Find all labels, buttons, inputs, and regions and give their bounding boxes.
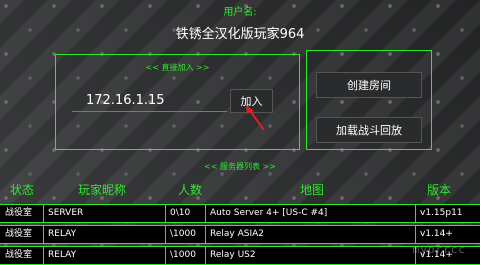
column-header-nickname: 玩家昵称 <box>78 183 127 197</box>
username-label: 用户名: <box>223 7 257 18</box>
cell-status: 战役室 <box>5 229 33 239</box>
column-header-version: 版本 <box>427 183 452 197</box>
cell-version: v1.15p11 <box>415 205 480 222</box>
cell-map: Relay ASIA2 <box>205 226 415 243</box>
column-header-map: 地图 <box>300 183 325 197</box>
red-arrow-icon <box>246 105 265 131</box>
column-header-count: 人数 <box>178 183 203 197</box>
server-list-title: << 服务器列表 >> <box>204 162 276 171</box>
cell-nickname: RELAY <box>43 247 165 264</box>
table-row[interactable]: 战役室 SERVER 0\10 Auto Server 4+ [US-C #4]… <box>0 204 480 223</box>
create-room-button[interactable]: 创建房间 <box>316 72 422 98</box>
cell-nickname: RELAY <box>43 226 165 243</box>
cell-map: Auto Server 4+ [US-C #4] <box>205 205 415 222</box>
cell-count: \1000 <box>165 226 205 243</box>
load-replay-button[interactable]: 加载战斗回放 <box>316 117 422 143</box>
player-name[interactable]: 铁锈全汉化版玩家964 <box>0 23 480 42</box>
table-row[interactable]: 战役室 RELAY \1000 Relay ASIA2 v1.14+ <box>0 225 480 244</box>
watermark: myprrcc <box>412 243 466 256</box>
cell-version: v1.14+ <box>415 226 480 243</box>
cell-nickname: SERVER <box>43 205 165 222</box>
cell-count: \1000 <box>165 247 205 264</box>
cell-status: 战役室 <box>5 250 33 260</box>
cell-status: 战役室 <box>5 208 33 218</box>
table-row[interactable]: 战役室 RELAY \1000 Relay US2 v1.14+ <box>0 246 480 265</box>
direct-join-title: << 直接加入 >> <box>145 63 210 72</box>
cell-count: 0\10 <box>165 205 205 222</box>
column-header-status: 状态 <box>10 183 35 197</box>
ip-address-input[interactable] <box>72 90 227 112</box>
cell-map: Relay US2 <box>205 247 415 264</box>
